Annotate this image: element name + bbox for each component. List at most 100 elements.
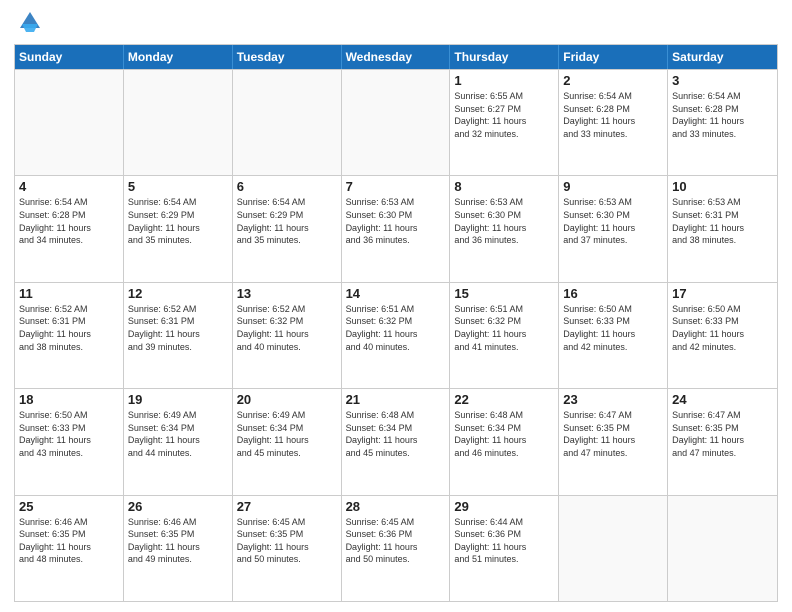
page: SundayMondayTuesdayWednesdayThursdayFrid…: [0, 0, 792, 612]
cell-date: 7: [346, 179, 446, 194]
cell-date: 6: [237, 179, 337, 194]
cell-info: Sunrise: 6:54 AM Sunset: 6:28 PM Dayligh…: [19, 196, 119, 246]
logo: [14, 10, 44, 38]
cell-info: Sunrise: 6:50 AM Sunset: 6:33 PM Dayligh…: [19, 409, 119, 459]
cell-date: 4: [19, 179, 119, 194]
cell-date: 2: [563, 73, 663, 88]
cell-info: Sunrise: 6:53 AM Sunset: 6:30 PM Dayligh…: [346, 196, 446, 246]
cell-info: Sunrise: 6:47 AM Sunset: 6:35 PM Dayligh…: [563, 409, 663, 459]
cell-info: Sunrise: 6:52 AM Sunset: 6:31 PM Dayligh…: [19, 303, 119, 353]
cell-date: 1: [454, 73, 554, 88]
header-cell-thursday: Thursday: [450, 45, 559, 69]
calendar-cell: 18 Sunrise: 6:50 AM Sunset: 6:33 PM Dayli…: [15, 389, 124, 494]
header-cell-friday: Friday: [559, 45, 668, 69]
calendar-cell: 16Sunrise: 6:50 AM Sunset: 6:33 PM Dayli…: [559, 283, 668, 388]
calendar-cell: 1Sunrise: 6:55 AM Sunset: 6:27 PM Daylig…: [450, 70, 559, 175]
cell-date: 14: [346, 286, 446, 301]
cell-info: Sunrise: 6:52 AM Sunset: 6:32 PM Dayligh…: [237, 303, 337, 353]
calendar-cell: 5 Sunrise: 6:54 AM Sunset: 6:29 PM Daylig…: [124, 176, 233, 281]
calendar-row-1: 4 Sunrise: 6:54 AM Sunset: 6:28 PM Daylig…: [15, 175, 777, 281]
calendar-cell: 10 Sunrise: 6:53 AM Sunset: 6:31 PM Dayli…: [668, 176, 777, 281]
cell-info: Sunrise: 6:48 AM Sunset: 6:34 PM Dayligh…: [454, 409, 554, 459]
cell-info: Sunrise: 6:49 AM Sunset: 6:34 PM Dayligh…: [128, 409, 228, 459]
cell-date: 3: [672, 73, 773, 88]
cell-info: Sunrise: 6:44 AM Sunset: 6:36 PM Dayligh…: [454, 516, 554, 566]
cell-date: 18: [19, 392, 119, 407]
cell-date: 15: [454, 286, 554, 301]
cell-info: Sunrise: 6:54 AM Sunset: 6:28 PM Dayligh…: [563, 90, 663, 140]
calendar-cell: 2 Sunrise: 6:54 AM Sunset: 6:28 PM Daylig…: [559, 70, 668, 175]
calendar-cell: 19 Sunrise: 6:49 AM Sunset: 6:34 PM Dayli…: [124, 389, 233, 494]
calendar-cell: 8Sunrise: 6:53 AM Sunset: 6:30 PM Daylig…: [450, 176, 559, 281]
cell-date: 23: [563, 392, 663, 407]
header-cell-tuesday: Tuesday: [233, 45, 342, 69]
header-cell-sunday: Sunday: [15, 45, 124, 69]
calendar-cell: 12Sunrise: 6:52 AM Sunset: 6:31 PM Dayli…: [124, 283, 233, 388]
cell-info: Sunrise: 6:49 AM Sunset: 6:34 PM Dayligh…: [237, 409, 337, 459]
cell-info: Sunrise: 6:50 AM Sunset: 6:33 PM Dayligh…: [563, 303, 663, 353]
cell-info: Sunrise: 6:46 AM Sunset: 6:35 PM Dayligh…: [19, 516, 119, 566]
calendar-body: 1Sunrise: 6:55 AM Sunset: 6:27 PM Daylig…: [15, 69, 777, 601]
calendar-row-2: 11 Sunrise: 6:52 AM Sunset: 6:31 PM Dayli…: [15, 282, 777, 388]
cell-date: 5: [128, 179, 228, 194]
calendar-cell: [15, 70, 124, 175]
calendar-cell: 3 Sunrise: 6:54 AM Sunset: 6:28 PM Daylig…: [668, 70, 777, 175]
cell-date: 28: [346, 499, 446, 514]
calendar-cell: 7 Sunrise: 6:53 AM Sunset: 6:30 PM Daylig…: [342, 176, 451, 281]
cell-date: 19: [128, 392, 228, 407]
calendar-cell: 15 Sunrise: 6:51 AM Sunset: 6:32 PM Dayli…: [450, 283, 559, 388]
cell-info: Sunrise: 6:45 AM Sunset: 6:36 PM Dayligh…: [346, 516, 446, 566]
cell-info: Sunrise: 6:53 AM Sunset: 6:30 PM Dayligh…: [563, 196, 663, 246]
cell-date: 17: [672, 286, 773, 301]
cell-info: Sunrise: 6:50 AM Sunset: 6:33 PM Dayligh…: [672, 303, 773, 353]
calendar-cell: 22Sunrise: 6:48 AM Sunset: 6:34 PM Dayli…: [450, 389, 559, 494]
cell-info: Sunrise: 6:51 AM Sunset: 6:32 PM Dayligh…: [346, 303, 446, 353]
calendar-cell: 20 Sunrise: 6:49 AM Sunset: 6:34 PM Dayli…: [233, 389, 342, 494]
cell-date: 25: [19, 499, 119, 514]
calendar-cell: 13 Sunrise: 6:52 AM Sunset: 6:32 PM Dayli…: [233, 283, 342, 388]
calendar-cell: 11 Sunrise: 6:52 AM Sunset: 6:31 PM Dayli…: [15, 283, 124, 388]
cell-info: Sunrise: 6:54 AM Sunset: 6:28 PM Dayligh…: [672, 90, 773, 140]
calendar-cell: [124, 70, 233, 175]
cell-info: Sunrise: 6:46 AM Sunset: 6:35 PM Dayligh…: [128, 516, 228, 566]
cell-info: Sunrise: 6:54 AM Sunset: 6:29 PM Dayligh…: [237, 196, 337, 246]
cell-info: Sunrise: 6:54 AM Sunset: 6:29 PM Dayligh…: [128, 196, 228, 246]
calendar-header-row: SundayMondayTuesdayWednesdayThursdayFrid…: [15, 45, 777, 69]
header-cell-saturday: Saturday: [668, 45, 777, 69]
cell-info: Sunrise: 6:52 AM Sunset: 6:31 PM Dayligh…: [128, 303, 228, 353]
calendar-cell: 14 Sunrise: 6:51 AM Sunset: 6:32 PM Dayli…: [342, 283, 451, 388]
calendar-cell: [668, 496, 777, 601]
calendar: SundayMondayTuesdayWednesdayThursdayFrid…: [14, 44, 778, 602]
logo-icon: [16, 8, 44, 36]
calendar-cell: 6 Sunrise: 6:54 AM Sunset: 6:29 PM Daylig…: [233, 176, 342, 281]
cell-info: Sunrise: 6:45 AM Sunset: 6:35 PM Dayligh…: [237, 516, 337, 566]
calendar-cell: 29 Sunrise: 6:44 AM Sunset: 6:36 PM Dayli…: [450, 496, 559, 601]
cell-date: 9: [563, 179, 663, 194]
header-cell-wednesday: Wednesday: [342, 45, 451, 69]
cell-date: 26: [128, 499, 228, 514]
cell-info: Sunrise: 6:48 AM Sunset: 6:34 PM Dayligh…: [346, 409, 446, 459]
cell-info: Sunrise: 6:47 AM Sunset: 6:35 PM Dayligh…: [672, 409, 773, 459]
cell-date: 27: [237, 499, 337, 514]
calendar-row-0: 1Sunrise: 6:55 AM Sunset: 6:27 PM Daylig…: [15, 69, 777, 175]
cell-info: Sunrise: 6:51 AM Sunset: 6:32 PM Dayligh…: [454, 303, 554, 353]
calendar-cell: 9 Sunrise: 6:53 AM Sunset: 6:30 PM Daylig…: [559, 176, 668, 281]
calendar-cell: 25 Sunrise: 6:46 AM Sunset: 6:35 PM Dayli…: [15, 496, 124, 601]
calendar-cell: 24 Sunrise: 6:47 AM Sunset: 6:35 PM Dayli…: [668, 389, 777, 494]
cell-date: 24: [672, 392, 773, 407]
calendar-cell: 27 Sunrise: 6:45 AM Sunset: 6:35 PM Dayli…: [233, 496, 342, 601]
calendar-row-4: 25 Sunrise: 6:46 AM Sunset: 6:35 PM Dayli…: [15, 495, 777, 601]
cell-date: 8: [454, 179, 554, 194]
cell-info: Sunrise: 6:53 AM Sunset: 6:31 PM Dayligh…: [672, 196, 773, 246]
calendar-cell: [233, 70, 342, 175]
cell-date: 20: [237, 392, 337, 407]
calendar-cell: 26 Sunrise: 6:46 AM Sunset: 6:35 PM Dayli…: [124, 496, 233, 601]
calendar-cell: 17 Sunrise: 6:50 AM Sunset: 6:33 PM Dayli…: [668, 283, 777, 388]
cell-date: 10: [672, 179, 773, 194]
cell-date: 13: [237, 286, 337, 301]
cell-date: 29: [454, 499, 554, 514]
calendar-cell: 21Sunrise: 6:48 AM Sunset: 6:34 PM Dayli…: [342, 389, 451, 494]
calendar-row-3: 18 Sunrise: 6:50 AM Sunset: 6:33 PM Dayli…: [15, 388, 777, 494]
calendar-cell: 28 Sunrise: 6:45 AM Sunset: 6:36 PM Dayli…: [342, 496, 451, 601]
cell-date: 11: [19, 286, 119, 301]
